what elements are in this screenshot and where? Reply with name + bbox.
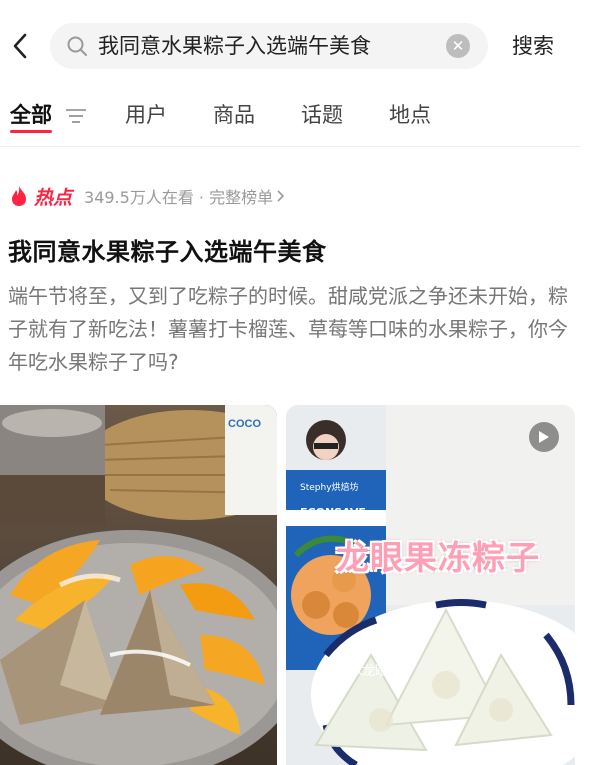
video-overlay-title: 龙眼果冻粽子 xyxy=(336,538,540,577)
tab-places[interactable]: 地点 xyxy=(389,92,431,138)
hot-label: 热点 xyxy=(34,186,73,209)
longan-jelly-zongzi-video[interactable]: Stephy烘焙坊 ECONSAVE 糖水龙眼 龙眼果冻粽子 xyxy=(286,405,575,765)
filter-icon[interactable] xyxy=(65,108,87,124)
hot-badge[interactable]: 热点 349.5万人在看 · 完整榜单 xyxy=(10,182,286,210)
fire-icon xyxy=(12,186,26,206)
search-input[interactable]: 我同意水果粽子入选端午美食 xyxy=(98,23,371,69)
divider xyxy=(0,146,581,147)
can-label-text: 糖水龙眼 xyxy=(336,664,389,679)
tab-topics[interactable]: 话题 xyxy=(301,92,343,138)
watermark-text: Stephy烘焙坊 xyxy=(300,483,359,493)
clear-icon[interactable]: ✕ xyxy=(446,34,470,58)
search-box[interactable]: 我同意水果粽子入选端午美食 ✕ xyxy=(50,23,488,69)
active-tab-indicator xyxy=(10,130,52,133)
can-brand-text: ECONSAVE xyxy=(300,506,366,519)
tab-products[interactable]: 商品 xyxy=(213,92,255,138)
tab-users[interactable]: 用户 xyxy=(125,92,167,138)
search-button[interactable]: 搜索 xyxy=(512,23,554,69)
topic-title[interactable]: 我同意水果粽子入选端午美食 xyxy=(8,232,327,267)
tab-bar: 全部 用户 商品 话题 地点 xyxy=(0,92,591,144)
topic-description: 端午节将至，又到了吃粽子的时候。甜咸党派之争还未开始，粽子就有了新吃法！薯薯打卡… xyxy=(8,284,568,374)
play-icon[interactable] xyxy=(529,422,559,452)
hot-meta[interactable]: 349.5万人在看 · 完整榜单 xyxy=(84,184,273,208)
carton-text: COCO xyxy=(228,418,261,430)
chevron-right-icon xyxy=(277,190,285,202)
back-button[interactable] xyxy=(6,26,34,66)
search-icon xyxy=(67,36,87,56)
back-arrow-icon xyxy=(13,33,27,59)
mango-zongzi-image[interactable]: COCO xyxy=(0,405,277,765)
search-header: 我同意水果粽子入选端午美食 ✕ 搜索 xyxy=(0,0,591,92)
